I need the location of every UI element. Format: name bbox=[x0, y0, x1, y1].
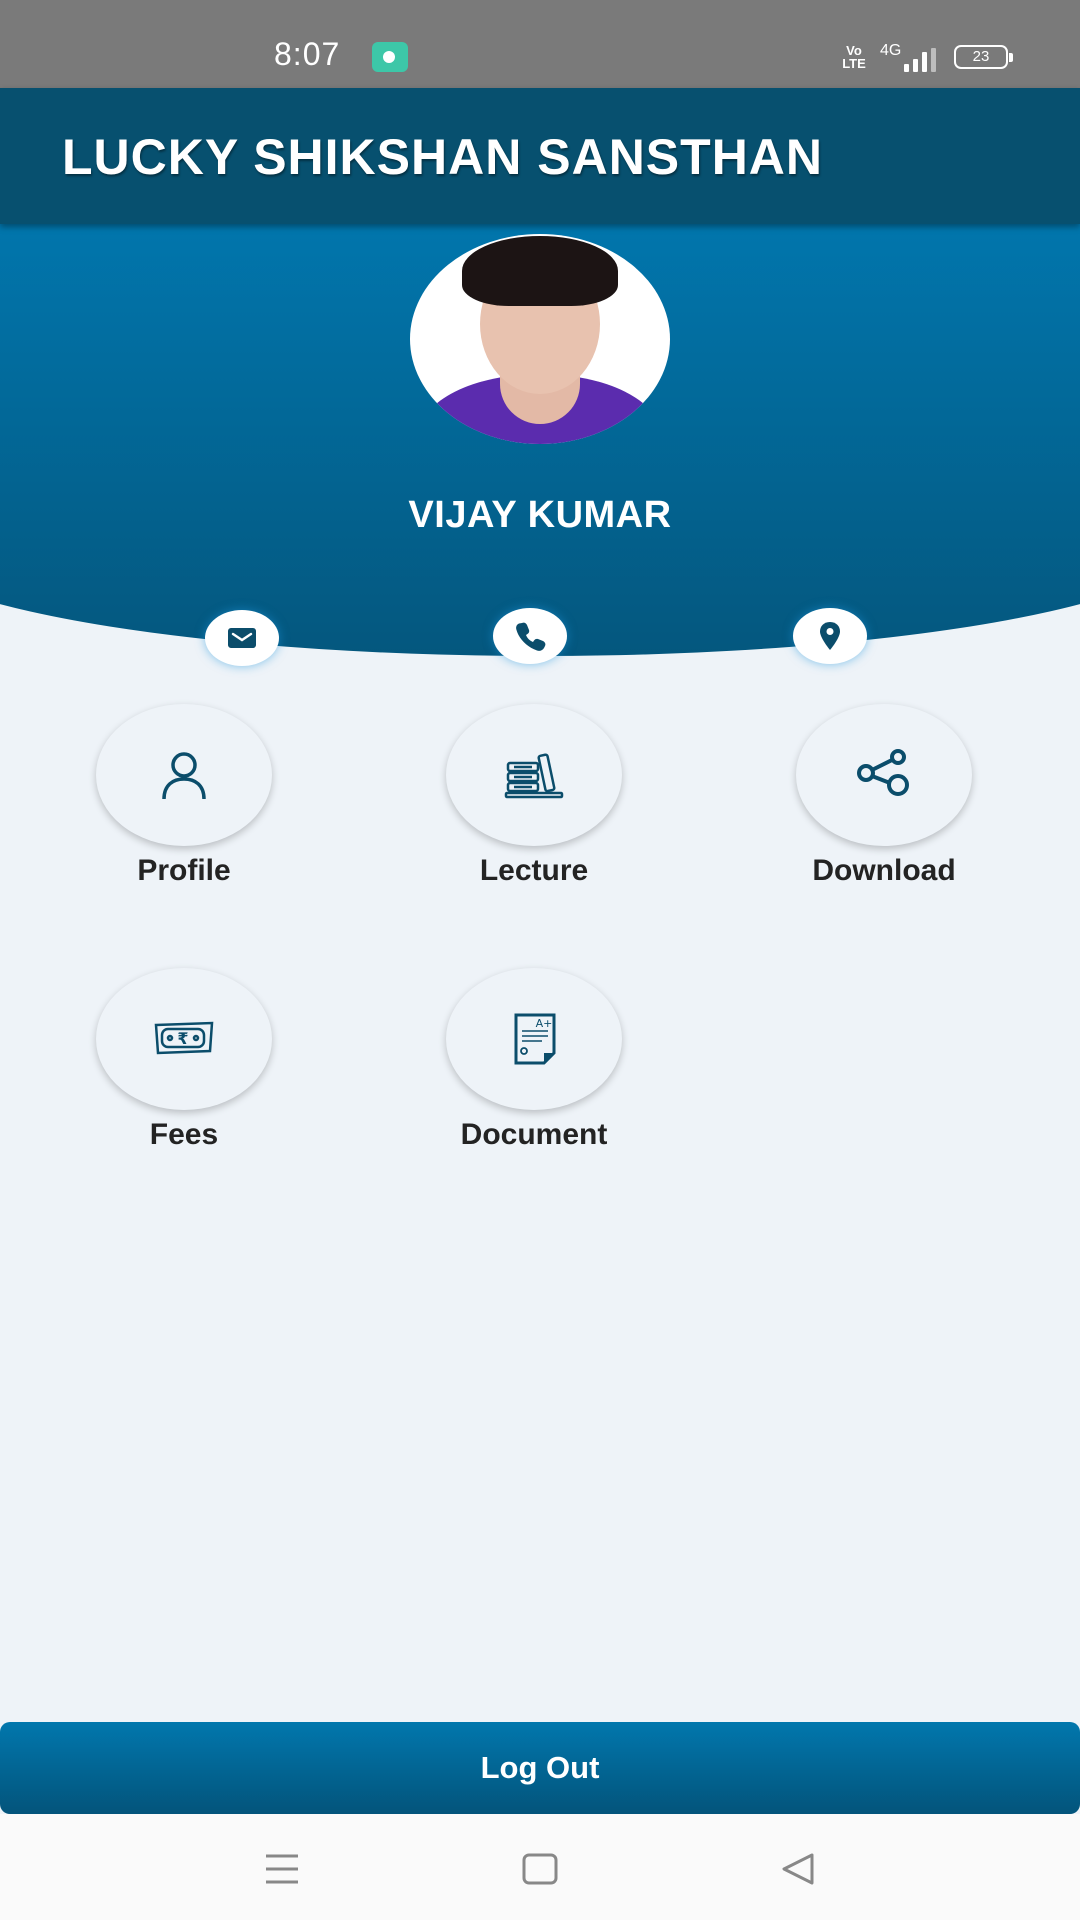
menu-label: Document bbox=[460, 1118, 608, 1151]
menu-item-document[interactable]: A+ Document bbox=[404, 968, 664, 1152]
menu-label: Download bbox=[812, 854, 956, 887]
svg-text:₹: ₹ bbox=[177, 1029, 188, 1048]
user-name: VIJAY KUMAR bbox=[408, 494, 672, 536]
app-title: LUCKY SHIKSHAN SANSTHAN bbox=[62, 129, 824, 185]
phone-icon bbox=[516, 622, 546, 651]
recent-apps-button[interactable] bbox=[257, 1844, 307, 1894]
menu-item-lecture[interactable]: Lecture bbox=[404, 704, 664, 888]
menu-item-download[interactable]: Download bbox=[754, 704, 1014, 888]
email-button[interactable] bbox=[205, 610, 279, 666]
back-button[interactable] bbox=[773, 1844, 823, 1894]
status-time: 8:07 bbox=[274, 36, 341, 72]
lecture-tile-button[interactable] bbox=[446, 704, 622, 846]
location-icon bbox=[820, 622, 840, 650]
avatar[interactable] bbox=[410, 234, 670, 444]
system-nav-bar bbox=[0, 1814, 1080, 1920]
app-bar: LUCKY SHIKSHAN SANSTHAN bbox=[0, 88, 1080, 224]
menu-label: Profile bbox=[137, 854, 231, 887]
battery-level: 23 bbox=[972, 48, 990, 65]
download-tile-button[interactable] bbox=[796, 704, 972, 846]
document-tile-button[interactable]: A+ bbox=[446, 968, 622, 1110]
mail-icon bbox=[228, 628, 256, 648]
location-button[interactable] bbox=[793, 608, 867, 664]
battery-icon: 23 bbox=[954, 45, 1013, 69]
volte-icon: Vo LTE bbox=[842, 43, 866, 71]
rupee-note-icon: ₹ bbox=[154, 1021, 214, 1055]
signal-icon bbox=[896, 48, 936, 72]
back-icon bbox=[782, 1853, 814, 1885]
home-icon bbox=[522, 1853, 558, 1885]
logout-button[interactable]: Log Out bbox=[0, 1722, 1080, 1814]
books-icon bbox=[504, 753, 564, 799]
notification-app-icon bbox=[372, 42, 408, 72]
status-bar: 8:07 Vo LTE 4G 23 bbox=[0, 0, 1080, 88]
share-icon bbox=[857, 749, 909, 796]
menu-label: Fees bbox=[149, 1118, 219, 1151]
menu-item-fees[interactable]: ₹ Fees bbox=[54, 968, 314, 1152]
home-button[interactable] bbox=[515, 1844, 565, 1894]
menu-item-profile[interactable]: Profile bbox=[54, 704, 314, 888]
menu-label: Lecture bbox=[479, 854, 589, 887]
svg-text:A+: A+ bbox=[536, 1017, 553, 1030]
profile-tile-button[interactable] bbox=[96, 704, 272, 846]
fees-tile-button[interactable]: ₹ bbox=[96, 968, 272, 1110]
certificate-icon: A+ bbox=[514, 1013, 556, 1065]
menu-icon bbox=[266, 1854, 298, 1884]
phone-button[interactable] bbox=[493, 608, 567, 664]
person-icon bbox=[162, 752, 206, 800]
